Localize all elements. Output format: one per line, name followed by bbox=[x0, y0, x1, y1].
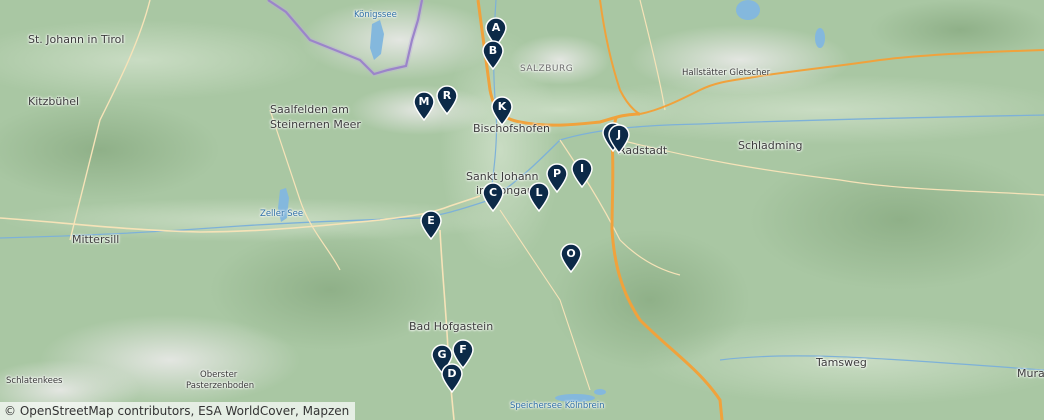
map-marker-c[interactable]: C bbox=[482, 182, 504, 212]
place-label-kitzbuehel: Kitzbühel bbox=[28, 95, 80, 108]
map-marker-k[interactable]: K bbox=[491, 96, 513, 126]
attribution-text[interactable]: OpenStreetMap contributors, ESA WorldCov… bbox=[16, 404, 349, 418]
map-marker-label: A bbox=[491, 21, 501, 34]
copyright-icon: © bbox=[4, 404, 16, 418]
map-marker-r[interactable]: R bbox=[436, 85, 458, 115]
map-marker-m[interactable]: M bbox=[413, 91, 435, 121]
map-marker-l[interactable]: L bbox=[528, 182, 550, 212]
map-marker-o[interactable]: O bbox=[560, 243, 582, 273]
map-marker-label: R bbox=[442, 89, 452, 102]
place-label-tamsweg: Tamsweg bbox=[816, 356, 867, 369]
map-marker-label: J bbox=[616, 128, 622, 141]
map-canvas[interactable]: St. Johann in Tirol Kitzbühel Saalfelden… bbox=[0, 0, 1044, 420]
place-label-mittersill: Mittersill bbox=[72, 233, 120, 246]
region-label-salzburg: SALZBURG bbox=[520, 64, 574, 74]
glacier-label-oberster-line1: Oberster bbox=[200, 370, 238, 380]
place-label-schladming: Schladming bbox=[738, 139, 803, 152]
map-marker-label: B bbox=[488, 44, 498, 57]
place-label-saalfelden-line1: Saalfelden am bbox=[270, 103, 349, 116]
map-marker-label: K bbox=[497, 100, 507, 113]
place-label-saalfelden-line2: Steinernen Meer bbox=[270, 118, 361, 131]
place-label-st-johann-tirol: St. Johann in Tirol bbox=[28, 33, 125, 46]
map-marker-e[interactable]: E bbox=[420, 210, 442, 240]
glacier-label-oberster-line2: Pasterzenboden bbox=[186, 381, 255, 391]
map-marker-label: P bbox=[552, 167, 562, 180]
place-label-bad-hofgastein: Bad Hofgastein bbox=[409, 320, 494, 333]
glacier-label-schlatenkees: Schlatenkees bbox=[6, 376, 63, 386]
map-marker-label: D bbox=[447, 367, 457, 380]
map-marker-label: C bbox=[488, 186, 498, 199]
map-marker-label: F bbox=[459, 343, 467, 356]
glacier-label-hallstaetter: Hallstätter Gletscher bbox=[682, 68, 771, 78]
terrain-layer bbox=[0, 0, 1044, 420]
map-marker-label: L bbox=[535, 186, 543, 199]
map-attribution: © OpenStreetMap contributors, ESA WorldC… bbox=[0, 402, 356, 420]
map-marker-j[interactable]: J bbox=[608, 124, 630, 154]
lake-label-zeller-see: Zeller See bbox=[260, 209, 304, 219]
map-marker-label: E bbox=[427, 214, 435, 227]
map-marker-d[interactable]: D bbox=[441, 363, 463, 393]
place-label-mura: Mura bbox=[1017, 367, 1044, 380]
map-marker-label: O bbox=[566, 247, 576, 260]
lake-label-speichersee: Speichersee Kölnbrein bbox=[510, 401, 605, 411]
map-marker-b[interactable]: B bbox=[482, 40, 504, 70]
map-marker-label: M bbox=[418, 95, 430, 108]
map-marker-i[interactable]: I bbox=[571, 158, 593, 188]
lake-label-koenigssee: Königssee bbox=[354, 10, 397, 20]
map-marker-label: I bbox=[579, 162, 585, 175]
map-marker-label: G bbox=[437, 348, 447, 361]
